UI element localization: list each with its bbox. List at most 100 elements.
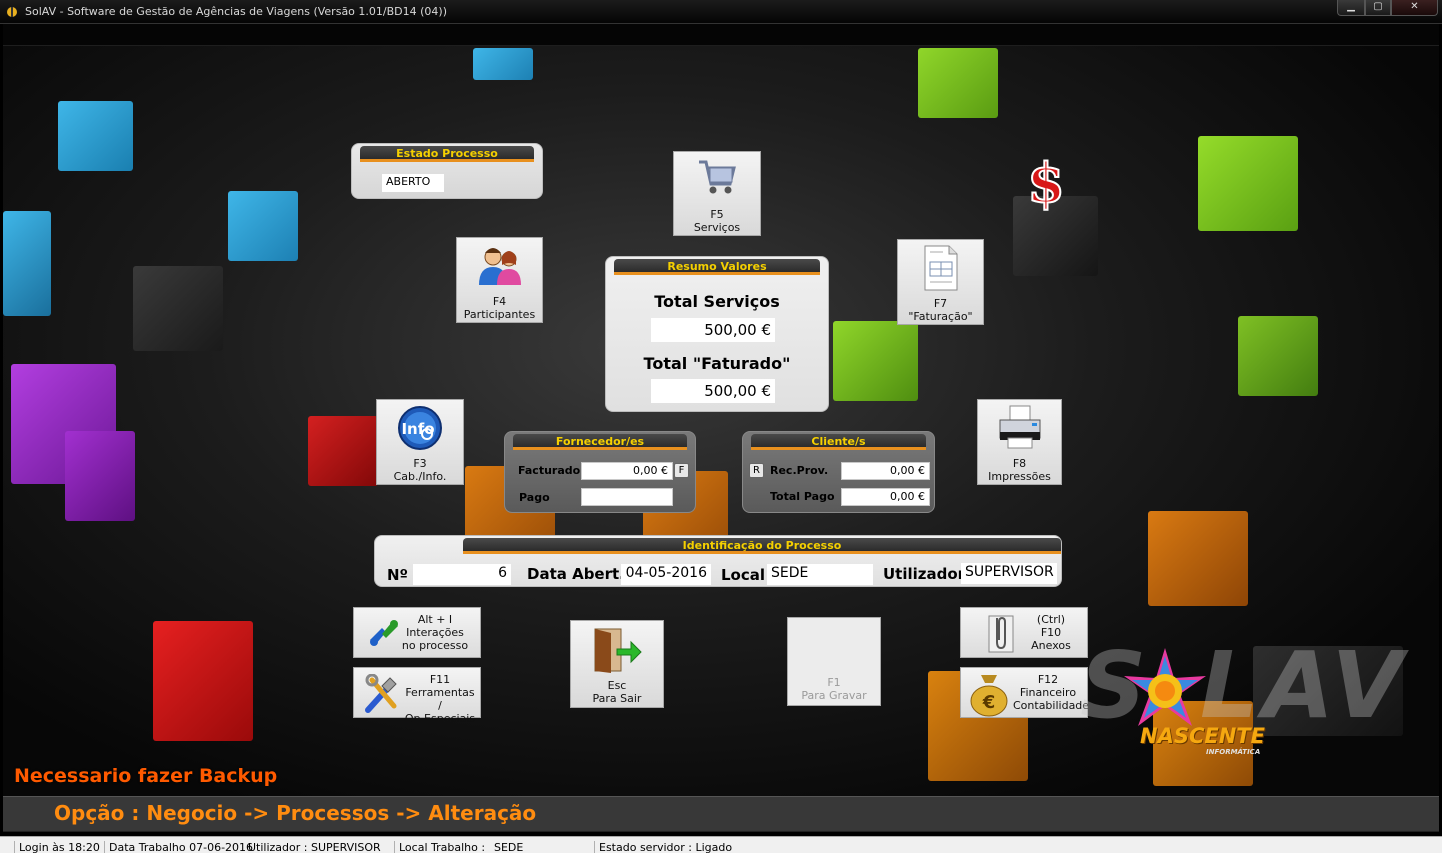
- blue-cube: [58, 101, 133, 171]
- identificacao-panel: Identificação do Processo Nº 6 Data Aber…: [374, 535, 1062, 587]
- shopping-cart-icon: [699, 160, 736, 194]
- svg-text:$: $: [1027, 151, 1065, 214]
- printer-icon: [999, 405, 1040, 449]
- total-faturado-label: Total "Faturado": [643, 354, 791, 373]
- sair-button[interactable]: Esc Para Sair: [570, 620, 664, 708]
- local-value: SEDE: [767, 564, 873, 585]
- menu-strip: [3, 24, 1439, 46]
- n-value: 6: [413, 564, 511, 585]
- utilizador-label: Utilizador: [883, 565, 966, 583]
- interacoes-line2: Interações: [406, 626, 464, 639]
- utilizador-value: SUPERVISOR: [961, 563, 1057, 584]
- total-faturado-value: 500,00 €: [651, 379, 775, 403]
- cliente-r-button[interactable]: R: [749, 463, 764, 478]
- logo-brand: NASCENTE: [1140, 724, 1265, 748]
- ferramentas-line1: F11: [429, 673, 451, 686]
- identificacao-header: Identificação do Processo: [463, 538, 1061, 554]
- status-bar: Login às 18:20 Data Trabalho 07-06-2016 …: [0, 836, 1442, 853]
- minimize-button[interactable]: ▁: [1337, 0, 1365, 16]
- local-label: Local: [721, 566, 766, 584]
- estado-processo-header: Estado Processo: [360, 146, 534, 162]
- sun-star-icon: [1124, 648, 1206, 726]
- status-data-trabalho: Data Trabalho 07-06-2016: [104, 841, 253, 853]
- data-abert-label: Data Abert.: [527, 565, 625, 583]
- dollar-icon[interactable]: $: [1026, 150, 1066, 214]
- blue-cube: [3, 211, 51, 316]
- status-servidor: Estado servidor : Ligado: [594, 841, 732, 853]
- total-pago-value: 0,00 €: [841, 488, 930, 506]
- dark-cube: [133, 266, 223, 351]
- pago-value: [581, 488, 673, 506]
- cab-info-label: Cab./Info.: [393, 470, 447, 483]
- facturado-label: Facturado: [518, 464, 581, 477]
- backup-warning: Necessario fazer Backup: [14, 765, 278, 787]
- red-cube: [153, 621, 253, 741]
- status-utilizador: Utilizador : SUPERVISOR: [248, 841, 381, 853]
- status-local-trabalho: Local Trabalho :: [394, 841, 485, 853]
- orange-cube: [1148, 511, 1248, 606]
- facturado-value: 0,00 €: [581, 462, 673, 480]
- resumo-valores-header: Resumo Valores: [614, 259, 820, 275]
- financeiro-line1: F12: [1037, 673, 1059, 686]
- anexos-line2: F10: [1040, 626, 1062, 639]
- status-local-value: SEDE: [494, 841, 524, 853]
- servicos-button[interactable]: F5 Serviços: [673, 151, 761, 236]
- sair-key: Esc: [607, 679, 627, 692]
- estado-processo-panel: Estado Processo ABERTO: [351, 143, 543, 199]
- cab-info-key: F3: [413, 457, 427, 470]
- status-login: Login às 18:20: [14, 841, 100, 853]
- green-cube: [1198, 136, 1298, 231]
- participantes-button[interactable]: F4 Participantes: [456, 237, 543, 323]
- clientes-header: Cliente/s: [751, 434, 926, 450]
- blue-cube: [473, 48, 533, 80]
- servicos-key: F5: [710, 208, 724, 221]
- estado-processo-field: ABERTO: [382, 174, 444, 192]
- svg-text:€: €: [982, 692, 996, 713]
- logo-letters-lav: LAV: [1200, 632, 1407, 739]
- people-icon: [478, 248, 521, 285]
- tools-icon: [365, 674, 397, 713]
- close-button[interactable]: ✕: [1391, 0, 1438, 16]
- fornecedores-panel: Fornecedor/es Facturado 0,00 € F Pago: [504, 431, 696, 513]
- faturacao-button[interactable]: F7 "Faturação": [897, 239, 984, 325]
- faturacao-key: F7: [933, 297, 948, 310]
- green-cube: [833, 321, 918, 401]
- green-cube: [918, 48, 998, 118]
- faturacao-label: "Faturação": [908, 310, 973, 323]
- ferramentas-line2: Ferramentas /: [405, 686, 475, 712]
- fornecedor-f-button[interactable]: F: [674, 463, 689, 478]
- logo-sub: INFORMÁTICA: [1206, 748, 1261, 756]
- financeiro-line3: Contabilidade: [1013, 699, 1090, 712]
- clientes-panel: Cliente/s R Rec.Prov. 0,00 € Total Pago …: [742, 431, 935, 513]
- financeiro-line2: Financeiro: [1019, 686, 1077, 699]
- impressoes-label: Impressões: [988, 470, 1051, 483]
- financeiro-button[interactable]: € F12 Financeiro Contabilidade: [960, 667, 1090, 718]
- option-path-bar: Opção : Negocio -> Processos -> Alteraçã…: [3, 796, 1439, 832]
- participantes-key: F4: [492, 295, 507, 308]
- sair-label: Para Sair: [592, 692, 642, 705]
- invoice-icon: [924, 245, 957, 291]
- total-servicos-label: Total Serviços: [654, 292, 780, 311]
- data-abert-value: 04-05-2016: [621, 564, 711, 585]
- ferramentas-button[interactable]: F11 Ferramentas / Op.Especiais: [353, 667, 481, 725]
- gravar-button[interactable]: F1 Para Gravar: [787, 617, 881, 706]
- total-pago-label: Total Pago: [770, 490, 835, 503]
- resumo-valores-panel: Resumo Valores Total Serviços 500,00 € T…: [605, 256, 829, 412]
- interacoes-button[interactable]: Alt + I Interações no processo: [353, 607, 481, 658]
- info-icon: Info: [398, 406, 442, 450]
- anexos-button[interactable]: (Ctrl) F10 Anexos: [960, 607, 1088, 658]
- paperclip-icon: [988, 615, 1014, 653]
- title-bar: SolAV - Software de Gestão de Agências d…: [0, 0, 1442, 24]
- n-label: Nº: [387, 566, 409, 584]
- window-title: SolAV - Software de Gestão de Agências d…: [25, 5, 447, 18]
- gravar-key: F1: [827, 676, 841, 689]
- impressoes-button[interactable]: F8 Impressões: [977, 399, 1062, 485]
- exit-door-icon: [594, 628, 642, 673]
- cab-info-button[interactable]: Info F3 Cab./Info.: [376, 399, 464, 485]
- solav-logo: S LAV NASCENTE INFORMÁTICA: [1080, 640, 1420, 760]
- red-cube: [308, 416, 378, 486]
- maximize-button[interactable]: ▢: [1365, 0, 1391, 16]
- option-path-text: Opção : Negocio -> Processos -> Alteraçã…: [54, 801, 537, 825]
- rec-prov-label: Rec.Prov.: [770, 464, 829, 477]
- green-cube: [1238, 316, 1318, 396]
